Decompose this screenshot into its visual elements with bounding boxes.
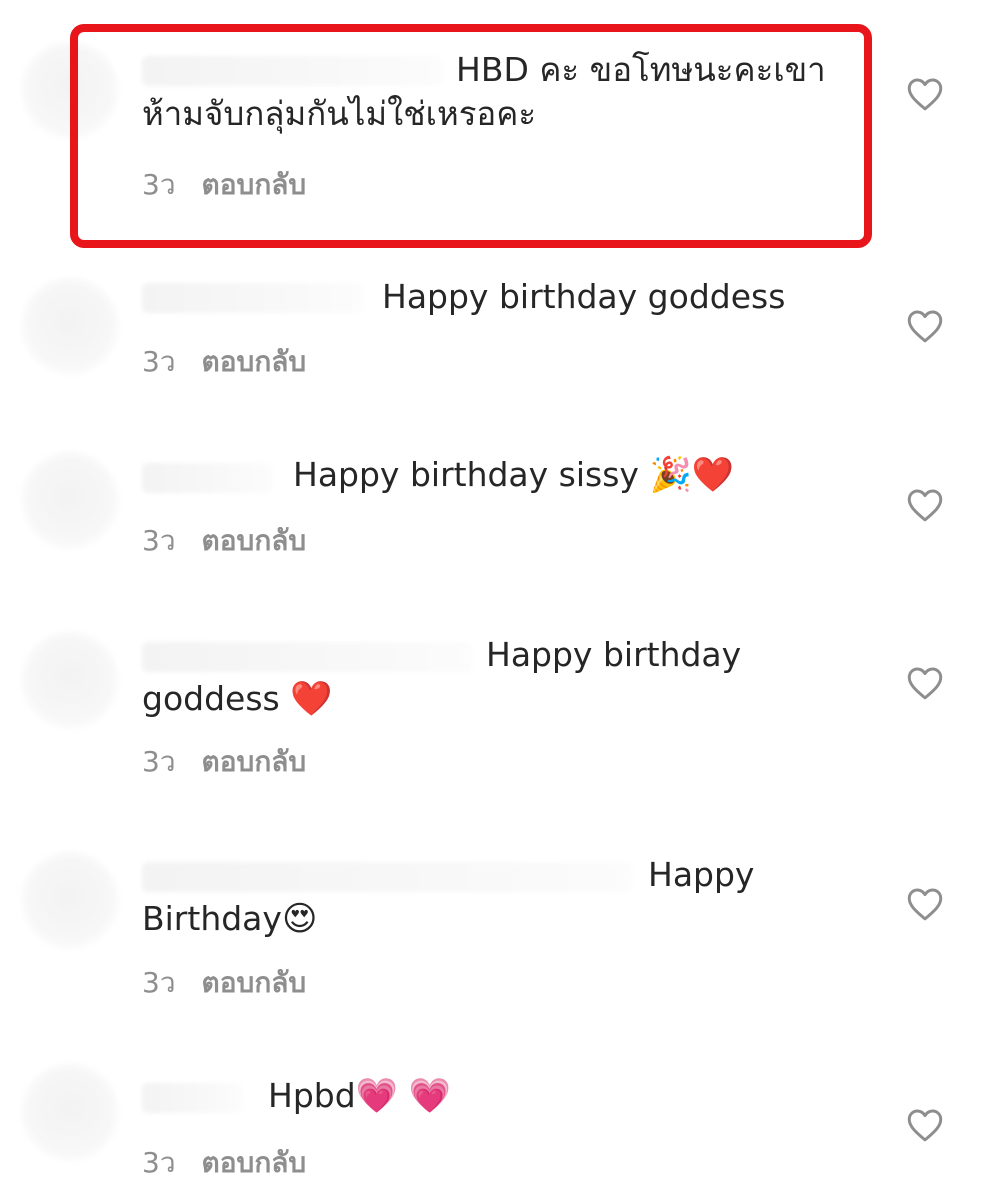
emoji-red-heart: ❤️ [290,679,333,719]
comment-text-line1: Happy birthday sissy [293,455,639,494]
comment-text: Hpbd💗 💗 [142,1074,842,1118]
comment-text-line1: Happy birthday goddess [382,277,786,316]
comment-text-line2: goddess [142,679,280,718]
comment-meta: 3ว ตอบกลับ [142,1141,306,1185]
comment-time: 3ว [142,966,176,999]
comment-text-line2: ห้ามจับกลุ่มกันไม่ใช่เหรอคะ [142,94,537,133]
heart-outline-icon[interactable] [904,484,946,526]
avatar[interactable] [22,632,118,728]
comment-text: Happy birthday sissy 🎉❤️ [142,453,842,497]
avatar[interactable] [22,452,118,548]
reply-button[interactable]: ตอบกลับ [202,524,307,557]
comment-text: Happy birthday goddess ❤️ [142,633,842,721]
reply-button[interactable]: ตอบกลับ [202,745,307,778]
emoji-pink-hearts: 💗 💗 [355,1076,452,1116]
comment-meta: 3ว ตอบกลับ [142,740,306,784]
reply-button[interactable]: ตอบกลับ [202,1146,307,1179]
avatar[interactable] [22,278,118,374]
comment-text: Happy birthday goddess [142,275,842,319]
comment-text-line1: HBD คะ ขอโทษนะคะเขา [456,50,826,89]
comment-text-line1: Happy birthday [486,635,742,674]
heart-outline-icon[interactable] [904,1104,946,1146]
comment-text-line2: Birthday [142,899,282,938]
reply-button[interactable]: ตอบกลับ [202,345,307,378]
comment-text: Happy Birthday😍 [142,853,842,941]
avatar[interactable] [22,42,118,138]
reply-button[interactable]: ตอบกลับ [202,966,307,999]
comment-meta: 3ว ตอบกลับ [142,961,306,1005]
comment-time: 3ว [142,524,176,557]
heart-outline-icon[interactable] [904,662,946,704]
comment-time: 3ว [142,1146,176,1179]
heart-outline-icon[interactable] [904,305,946,347]
avatar[interactable] [22,1064,118,1160]
comment-time: 3ว [142,168,176,201]
comment-text: HBD คะ ขอโทษนะคะเขา ห้ามจับกลุ่มกันไม่ใช… [142,48,842,136]
comment-text-line1: Happy [648,855,755,894]
comment-meta: 3ว ตอบกลับ [142,163,306,207]
emoji-heart-eyes: 😍 [281,899,318,939]
heart-outline-icon[interactable] [904,73,946,115]
heart-outline-icon[interactable] [904,883,946,925]
avatar[interactable] [22,852,118,948]
reply-button[interactable]: ตอบกลับ [202,168,307,201]
emoji-party-heart: 🎉❤️ [649,455,735,495]
comment-time: 3ว [142,745,176,778]
comment-meta: 3ว ตอบกลับ [142,340,306,384]
comment-text-line1: Hpbd [268,1076,356,1115]
comment-time: 3ว [142,345,176,378]
comment-meta: 3ว ตอบกลับ [142,519,306,563]
